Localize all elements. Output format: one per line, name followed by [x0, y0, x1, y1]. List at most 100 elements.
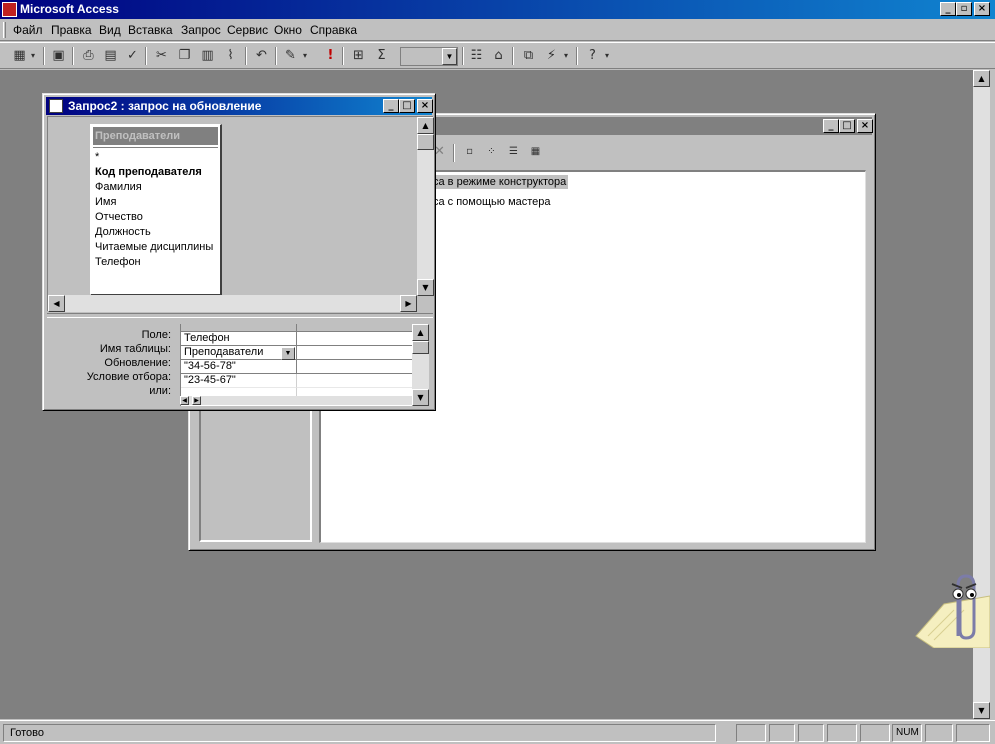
status-panel	[956, 724, 990, 742]
menu-help[interactable]: Справка	[310, 23, 357, 37]
app-minimize-button[interactable]: _	[940, 2, 956, 16]
grid-cell-empty[interactable]	[297, 346, 413, 360]
field-item[interactable]: Должность	[95, 226, 151, 238]
print-icon[interactable]: ⎙	[78, 46, 99, 66]
db-minimize-button[interactable]: _	[823, 119, 839, 133]
totals-icon[interactable]: Σ	[371, 46, 392, 66]
small-icons-icon[interactable]: ⁘	[481, 142, 502, 162]
list-view-icon[interactable]: ☰	[503, 142, 524, 162]
spelling-icon[interactable]: ✓	[122, 46, 143, 66]
grid-cell-empty[interactable]	[297, 360, 413, 374]
query-type-dropdown-arrow-icon[interactable]: ▾	[299, 46, 311, 66]
build-icon[interactable]: ⌂	[488, 46, 509, 66]
grid-cell-update[interactable]: "34-56-78"	[181, 360, 297, 374]
column-selector[interactable]	[181, 324, 297, 332]
app-close-button[interactable]: ×	[974, 2, 990, 16]
database-window-icon[interactable]: ⧉	[518, 46, 539, 66]
database-objects-pane[interactable]	[199, 404, 312, 542]
db-close-button[interactable]: ×	[857, 119, 873, 133]
status-panel	[798, 724, 824, 742]
query-design-window[interactable]: Запрос2 : запрос на обновление _ □ × Пре…	[42, 93, 436, 411]
table-pane[interactable]: Преподаватели * Код преподавателя Фамили…	[47, 116, 434, 312]
app-restore-button[interactable]: ▫	[956, 2, 972, 16]
scrollbar-thumb[interactable]	[417, 134, 434, 150]
field-item[interactable]: Имя	[95, 196, 116, 208]
field-item[interactable]: Отчество	[95, 211, 143, 223]
format-painter-icon[interactable]: ⌇	[220, 46, 241, 66]
access-app-icon[interactable]	[2, 2, 17, 17]
scroll-down-icon[interactable]: ▼	[412, 389, 429, 406]
scroll-down-icon[interactable]: ▼	[973, 702, 990, 719]
large-icons-icon[interactable]: ▫	[459, 142, 480, 162]
query-window-titlebar[interactable]: Запрос2 : запрос на обновление _ □ ×	[46, 97, 433, 115]
field-list-title[interactable]: Преподаватели	[93, 127, 218, 145]
top-values-combo[interactable]: ▼	[400, 47, 458, 66]
menu-tools[interactable]: Сервис	[227, 23, 268, 37]
scroll-right-icon[interactable]: ▶	[192, 396, 201, 405]
field-item[interactable]: Фамилия	[95, 181, 142, 193]
list-item[interactable]: са с помощью мастера	[431, 195, 553, 209]
toolbar-separator	[245, 47, 247, 65]
copy-icon[interactable]: ❐	[174, 46, 195, 66]
design-grid[interactable]: Поле: Имя таблицы: Обновление: Условие о…	[47, 321, 433, 408]
field-item[interactable]: Телефон	[95, 256, 141, 268]
field-list[interactable]: * Код преподавателя Фамилия Имя Отчество…	[93, 147, 218, 293]
office-assistant-clippy[interactable]	[914, 566, 991, 649]
field-item[interactable]: Читаемые дисциплины	[95, 241, 213, 253]
query-maximize-button[interactable]: □	[399, 99, 415, 113]
show-table-icon[interactable]: ⊞	[348, 46, 369, 66]
new-object-icon[interactable]: ⚡	[541, 46, 562, 66]
db-maximize-button[interactable]: □	[839, 119, 855, 133]
menu-view[interactable]: Вид	[99, 23, 121, 37]
menu-file[interactable]: Файл	[13, 23, 43, 37]
scroll-up-icon[interactable]: ▲	[973, 70, 990, 87]
paste-icon[interactable]: ▥	[197, 46, 218, 66]
column-selector[interactable]	[297, 324, 413, 332]
cut-icon[interactable]: ✂	[151, 46, 172, 66]
grid-horizontal-scrollbar[interactable]: ◀ ▶	[180, 396, 412, 405]
save-icon[interactable]: ▣	[48, 46, 69, 66]
field-item-key[interactable]: Код преподавателя	[95, 166, 202, 178]
grid-cell-field[interactable]: Телефон	[181, 332, 297, 346]
list-item[interactable]: са в режиме конструктора	[431, 175, 569, 189]
scroll-down-icon[interactable]: ▼	[417, 279, 434, 296]
grid-vertical-scrollbar[interactable]: ▲ ▼	[412, 324, 429, 406]
grid-cell-empty[interactable]	[297, 374, 413, 388]
help-icon[interactable]: ?	[582, 46, 603, 66]
grid-cell-criteria[interactable]: "23-45-67"	[181, 374, 297, 388]
pane-splitter[interactable]	[47, 313, 433, 318]
view-dropdown-arrow-icon[interactable]: ▾	[27, 46, 39, 66]
menu-query[interactable]: Запрос	[181, 23, 221, 37]
print-preview-icon[interactable]: ▤	[100, 46, 121, 66]
details-view-icon[interactable]: ▦	[525, 142, 546, 162]
toolbar-options-arrow-icon[interactable]: ▾	[602, 46, 612, 66]
chevron-down-icon[interactable]: ▼	[442, 48, 457, 65]
scroll-left-icon[interactable]: ◀	[180, 396, 189, 405]
app-titlebar[interactable]: Microsoft Access _ ▫ ×	[0, 0, 995, 19]
scroll-right-icon[interactable]: ▶	[400, 295, 417, 312]
scroll-left-icon[interactable]: ◀	[48, 295, 65, 312]
table-pane-vertical-scrollbar[interactable]: ▲ ▼	[417, 117, 434, 296]
grid-cells[interactable]: Телефон Преподаватели ▼ "34-56-78" "23-4…	[180, 324, 413, 406]
scroll-up-icon[interactable]: ▲	[417, 117, 434, 134]
menu-edit[interactable]: Правка	[51, 23, 92, 37]
undo-icon[interactable]: ↶	[251, 46, 272, 66]
new-object-dropdown-arrow-icon[interactable]: ▾	[560, 46, 572, 66]
field-item[interactable]: *	[95, 151, 99, 163]
query-minimize-button[interactable]: _	[383, 99, 399, 113]
query-icon[interactable]	[49, 99, 63, 113]
grid-cell-empty[interactable]	[297, 332, 413, 346]
field-list-teachers[interactable]: Преподаватели * Код преподавателя Фамили…	[90, 124, 222, 296]
scroll-up-icon[interactable]: ▲	[412, 324, 429, 341]
properties-icon[interactable]: ☷	[466, 46, 487, 66]
menu-insert[interactable]: Вставка	[128, 23, 173, 37]
query-type-icon[interactable]: ✎	[280, 46, 301, 66]
chevron-down-icon[interactable]: ▼	[281, 347, 295, 360]
query-close-button[interactable]: ×	[417, 99, 433, 113]
grid-cell-table[interactable]: Преподаватели	[181, 346, 297, 360]
table-pane-horizontal-scrollbar[interactable]: ◀ ▶	[48, 295, 417, 312]
menubar-grip[interactable]	[3, 22, 6, 38]
menu-window[interactable]: Окно	[274, 23, 302, 37]
run-icon[interactable]: !	[320, 46, 341, 66]
scrollbar-thumb[interactable]	[412, 341, 429, 354]
